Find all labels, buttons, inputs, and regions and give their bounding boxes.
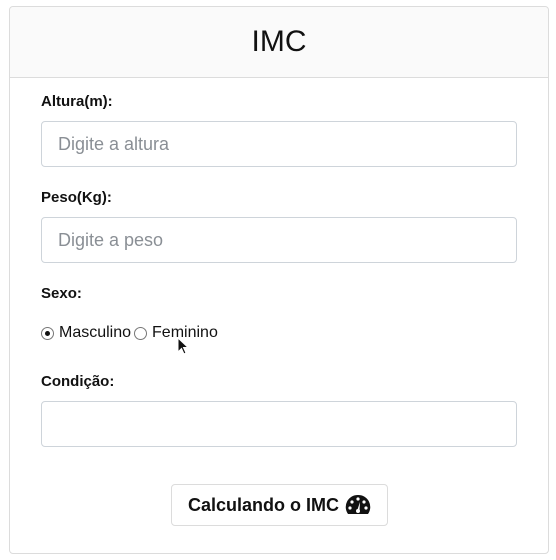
altura-label: Altura(m): <box>41 93 113 110</box>
card-header: IMC <box>10 7 548 78</box>
tachometer-icon <box>345 494 371 514</box>
calcular-imc-button[interactable]: Calculando o IMC <box>171 484 388 526</box>
altura-input[interactable] <box>41 121 517 167</box>
sexo-label: Sexo: <box>41 285 82 302</box>
radio-masculino-label[interactable]: Masculino <box>59 324 131 342</box>
condicao-label: Condição: <box>41 373 115 390</box>
page-title: IMC <box>251 25 307 58</box>
radio-masculino[interactable] <box>41 326 54 340</box>
peso-input[interactable] <box>41 217 517 263</box>
condicao-input[interactable] <box>41 401 517 447</box>
peso-label: Peso(Kg): <box>41 189 112 206</box>
mouse-cursor-icon <box>177 337 189 355</box>
imc-card: IMC Altura(m): Peso(Kg): Sexo: Masculino… <box>9 6 549 554</box>
sexo-radio-group: Masculino Feminino <box>41 324 218 342</box>
radio-feminino[interactable] <box>134 326 148 340</box>
calcular-imc-label: Calculando o IMC <box>187 494 339 515</box>
